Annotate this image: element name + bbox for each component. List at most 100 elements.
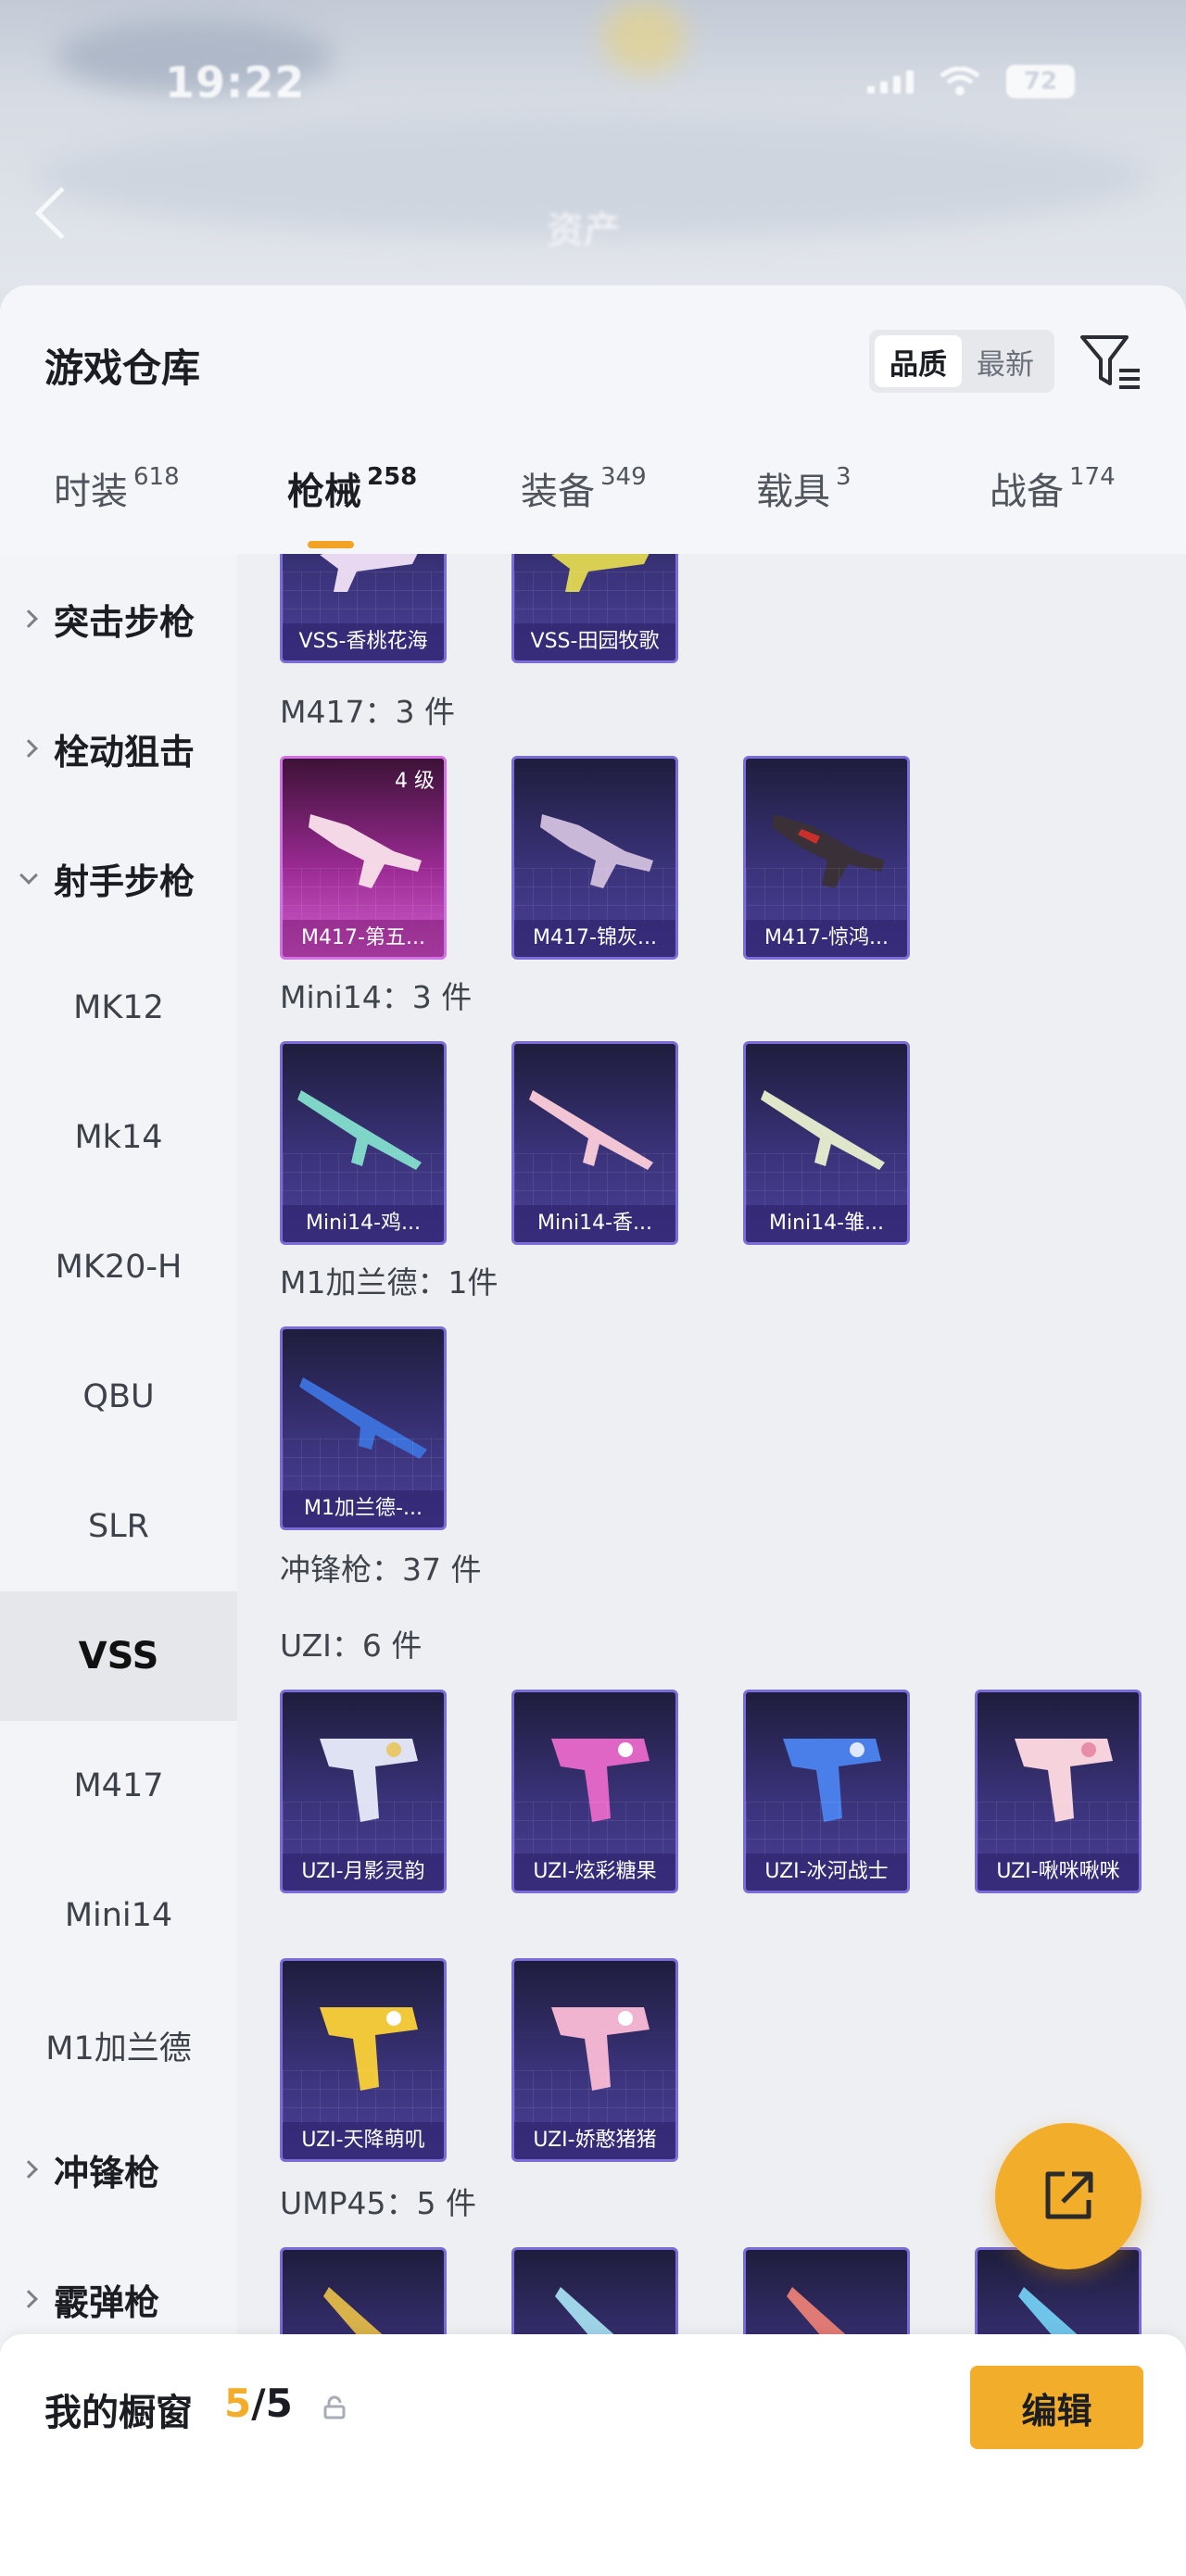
- tab-firearms[interactable]: 枪械 258: [287, 461, 418, 548]
- section-title-m1-garand: M1加兰德：1件: [280, 1264, 498, 1301]
- nav-category-smg[interactable]: 冲锋枪: [0, 2114, 237, 2225]
- nav-item-m417[interactable]: M417: [0, 1721, 237, 1851]
- background-app-header: 19:22 72 资产: [0, 0, 1186, 287]
- showcase-bar: 我的橱窗 5 /5 编辑: [0, 2334, 1186, 2576]
- status-time: 19:22: [165, 57, 306, 107]
- wifi-icon: [940, 67, 980, 95]
- filter-icon[interactable]: [1079, 332, 1143, 393]
- share-icon: [1045, 2171, 1093, 2219]
- item-card[interactable]: UZI-月影灵韵: [280, 1690, 447, 1893]
- item-card[interactable]: M417-惊鸿...: [743, 756, 910, 960]
- tab-fashion[interactable]: 时装 618: [54, 461, 180, 535]
- item-card[interactable]: UZI-天降萌叽: [280, 1958, 447, 2162]
- sort-quality-button[interactable]: 品质: [875, 335, 962, 387]
- item-card[interactable]: Mini14-雏...: [743, 1041, 910, 1245]
- sheet-header: 游戏仓库 品质 最新 时装 618 枪械 258 装备 349 载具 3 战备 …: [0, 285, 1186, 554]
- chevron-right-icon: [19, 2160, 38, 2179]
- chevron-right-icon: [19, 739, 38, 758]
- nav-category-label: 霰弹枪: [54, 2281, 160, 2323]
- tab-vehicles[interactable]: 载具 3: [756, 461, 852, 535]
- tab-active-indicator: [308, 541, 354, 548]
- sort-latest-button[interactable]: 最新: [962, 335, 1049, 387]
- item-card[interactable]: UZI-娇憨猪猪: [511, 1958, 678, 2162]
- tab-count: 3: [836, 463, 852, 491]
- item-name: M417-第五...: [283, 920, 444, 957]
- item-name: UZI-月影灵韵: [283, 1853, 444, 1891]
- showcase-count: 5 /5: [224, 2381, 293, 2426]
- signal-icon: [867, 69, 914, 94]
- item-name: M417-锦灰...: [514, 920, 675, 957]
- section-title-ump45: UMP45：5 件: [280, 2185, 477, 2221]
- item-name: UZI-冰河战士: [746, 1853, 907, 1891]
- item-card[interactable]: VSS-香桃花海: [280, 554, 447, 663]
- sheet-title: 游戏仓库: [44, 346, 201, 391]
- battery-indicator: 72: [1006, 65, 1075, 98]
- nav-category-label: 突击步枪: [54, 601, 196, 643]
- item-name: Mini14-鸡...: [283, 1205, 444, 1242]
- tab-count: 349: [600, 463, 647, 491]
- showcase-label: 我的橱窗: [44, 2392, 193, 2434]
- nav-category-bolt-sniper[interactable]: 栓动狙击: [0, 693, 237, 804]
- nav-category-label: 冲锋枪: [54, 2152, 160, 2193]
- edit-button[interactable]: 编辑: [970, 2366, 1143, 2449]
- item-name: VSS-香桃花海: [283, 623, 444, 660]
- section-title-m417: M417：3 件: [280, 694, 455, 730]
- item-card[interactable]: VSS-田园牧歌: [511, 554, 678, 663]
- tab-count: 174: [1069, 463, 1116, 491]
- nav-category-marksman-rifle[interactable]: 射手步枪: [0, 823, 237, 934]
- nav-item-slr[interactable]: SLR: [0, 1462, 237, 1591]
- nav-item-mk14[interactable]: Mk14: [0, 1073, 237, 1202]
- item-card[interactable]: 4 级 M417-第五...: [280, 756, 447, 960]
- section-title-mini14: Mini14：3 件: [280, 979, 473, 1015]
- nav-item-mini14[interactable]: Mini14: [0, 1851, 237, 1980]
- tab-label: 装备: [521, 471, 595, 513]
- tab-label: 枪械: [287, 471, 361, 513]
- item-card[interactable]: UZI-炫彩糖果: [511, 1690, 678, 1893]
- tab-count: 258: [367, 463, 418, 491]
- chevron-right-icon: [19, 2290, 38, 2308]
- item-name: Mini14-香...: [514, 1205, 675, 1242]
- nav-item-vss[interactable]: VSS: [0, 1591, 237, 1721]
- tab-count: 618: [133, 463, 180, 491]
- nav-item-qbu[interactable]: QBU: [0, 1332, 237, 1462]
- item-name: VSS-田园牧歌: [514, 623, 675, 660]
- showcase-count-current: 5: [224, 2381, 252, 2426]
- item-card[interactable]: Mini14-鸡...: [280, 1041, 447, 1245]
- item-name: UZI-娇憨猪猪: [514, 2122, 675, 2159]
- nav-item-m1-garand[interactable]: M1加兰德: [0, 1980, 237, 2110]
- nav-item-mk20h[interactable]: MK20-H: [0, 1202, 237, 1332]
- chevron-down-icon: [19, 866, 38, 885]
- nav-category-label: 射手步枪: [54, 861, 196, 902]
- background-page-title: 资产: [547, 209, 621, 252]
- item-card[interactable]: M1加兰德-...: [280, 1326, 447, 1530]
- item-name: UZI-天降萌叽: [283, 2122, 444, 2159]
- status-icons: 72: [867, 65, 1075, 98]
- warehouse-sheet: 游戏仓库 品质 最新 时装 618 枪械 258 装备 349 载具 3 战备 …: [0, 285, 1186, 2576]
- lock-icon: [323, 2395, 346, 2419]
- item-name: Mini14-雏...: [746, 1205, 907, 1242]
- item-grid: VSS-香桃花海 VSS-田园牧歌 M417：3 件 4 级 M417-第五..…: [237, 554, 1186, 2576]
- chevron-right-icon: [19, 609, 38, 628]
- tab-label: 载具: [756, 471, 830, 513]
- tab-supplies[interactable]: 战备 174: [990, 461, 1116, 535]
- nav-item-mk12[interactable]: MK12: [0, 943, 237, 1073]
- share-button[interactable]: [995, 2123, 1142, 2269]
- tab-equipment[interactable]: 装备 349: [521, 461, 647, 535]
- item-name: UZI-啾咪啾咪: [978, 1853, 1139, 1891]
- category-tabs: 时装 618 枪械 258 装备 349 载具 3 战备 174: [0, 461, 1186, 548]
- item-name: M1加兰德-...: [283, 1490, 444, 1527]
- nav-category-label: 栓动狙击: [54, 731, 196, 773]
- item-card[interactable]: Mini14-香...: [511, 1041, 678, 1245]
- section-title-uzi: UZI：6 件: [280, 1627, 423, 1664]
- weapon-category-nav: 突击步枪 栓动狙击 射手步枪 MK12 Mk14 MK20-H QBU SLR …: [0, 554, 237, 2576]
- showcase-count-total: /5: [251, 2381, 293, 2426]
- section-title-smg: 冲锋枪：37 件: [280, 1552, 482, 1588]
- item-name: M417-惊鸿...: [746, 920, 907, 957]
- nav-category-assault-rifle[interactable]: 突击步枪: [0, 563, 237, 674]
- tab-label: 战备: [990, 471, 1064, 513]
- item-card[interactable]: M417-锦灰...: [511, 756, 678, 960]
- item-card[interactable]: UZI-冰河战士: [743, 1690, 910, 1893]
- item-name: UZI-炫彩糖果: [514, 1853, 675, 1891]
- tab-label: 时装: [54, 471, 128, 513]
- item-card[interactable]: UZI-啾咪啾咪: [975, 1690, 1142, 1893]
